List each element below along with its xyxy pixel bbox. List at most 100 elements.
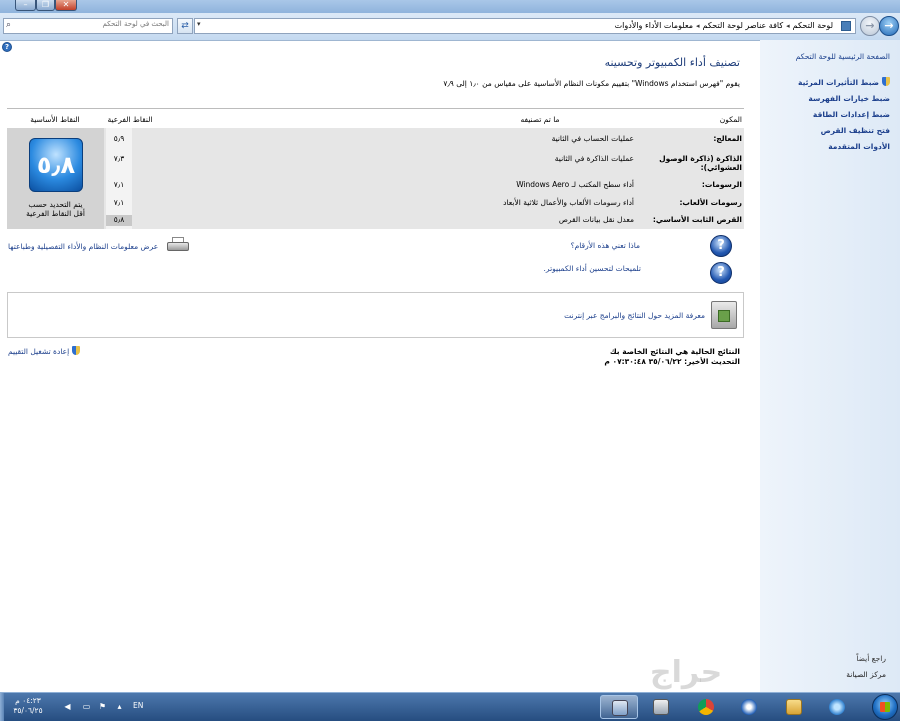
- control-panel-icon: [841, 21, 851, 31]
- window-title-bar: – ❐ ✕: [0, 0, 900, 13]
- address-dropdown-icon[interactable]: ▾: [197, 20, 201, 28]
- table-header-divider: [7, 108, 744, 109]
- help-icon[interactable]: ?: [2, 42, 12, 52]
- folder-icon: [786, 699, 802, 715]
- search-input[interactable]: [19, 20, 169, 28]
- printer-icon: [167, 237, 189, 253]
- breadcrumb-item[interactable]: معلومات الأداء والأدوات: [615, 21, 693, 30]
- component-name: الرسومات:: [701, 180, 742, 189]
- taskbar-chrome[interactable]: [687, 695, 725, 719]
- rated-description: عمليات الحساب في الثانية: [551, 134, 634, 143]
- sidebar-link-indexing[interactable]: ضبط خيارات الفهرسة: [808, 94, 890, 103]
- network-icon[interactable]: ▭: [82, 702, 91, 711]
- rated-description: أداء سطح المكتب لـ Windows Aero: [516, 180, 634, 189]
- rated-description: معدل نقل بيانات القرص: [558, 215, 634, 224]
- chrome-icon: [698, 699, 714, 715]
- rerun-assessment-label: إعادة تشغيل التقييم: [8, 347, 70, 356]
- windows-logo-icon: [880, 702, 890, 712]
- score-grid: المعالج: عمليات الحساب في الثانية ٥٫٩ ال…: [7, 128, 744, 229]
- close-button[interactable]: ✕: [55, 0, 77, 11]
- what-numbers-mean-link[interactable]: ماذا تعني هذه الأرقام؟: [571, 241, 640, 250]
- refresh-icon: ⇄: [181, 21, 189, 31]
- column-header-basescore: النقاط الأساسية: [30, 115, 80, 124]
- page-title: تصنيف أداء الكمبيوتر وتحسينه: [604, 56, 740, 69]
- component-name: رسومات الألعاب:: [679, 198, 742, 207]
- internet-explorer-icon: [829, 699, 845, 715]
- start-button[interactable]: [872, 694, 898, 720]
- control-panel-app-icon: [612, 700, 628, 716]
- refresh-button[interactable]: ⇄: [177, 18, 193, 34]
- clock-date: ٣٥/٠٦/٢٥: [13, 706, 43, 715]
- address-bar[interactable]: ▾ لوحة التحكم◂كافة عناصر لوحة التحكم◂معل…: [194, 18, 856, 34]
- control-panel-home-link[interactable]: الصفحة الرئيسية للوحة التحكم: [796, 52, 890, 61]
- performance-tips-link[interactable]: تلميحات لتحسين أداء الكمبيوتر.: [544, 264, 641, 273]
- taskbar-explorer[interactable]: [775, 695, 813, 719]
- system-tray: ٠٤:٢٣ م ٣٥/٠٦/٢٥ ◀ ▭ ⚑ ▴ EN: [0, 693, 150, 721]
- taskbar-clock[interactable]: ٠٤:٢٣ م ٣٥/٠٦/٢٥: [6, 696, 50, 716]
- clock-time: ٠٤:٢٣ م: [15, 696, 41, 705]
- base-score-cell: ٥٫٨ يتم التحديد حسب أقل النقاط الفرعية: [7, 128, 104, 229]
- search-box[interactable]: ⌕: [3, 18, 173, 34]
- sidebar-link-power[interactable]: ضبط إعدادات الطاقة: [813, 110, 890, 119]
- forward-button[interactable]: →: [860, 16, 880, 36]
- sidebar-link-visual-effects[interactable]: ضبط التأثيرات المرئية: [798, 77, 890, 87]
- shield-icon: [72, 346, 81, 355]
- sidebar-link-action-center[interactable]: مركز الصيانة: [846, 670, 886, 679]
- printer-body: [167, 242, 189, 251]
- base-score-caption-line: أقل النقاط الفرعية: [26, 209, 85, 218]
- table-row: رسومات الألعاب: أداء رسومات الألعاب والأ…: [7, 198, 744, 216]
- software-box-icon: [711, 301, 737, 329]
- table-row: المعالج: عمليات الحساب في الثانية ٥٫٩: [7, 134, 744, 152]
- calculator-icon: [653, 699, 669, 715]
- volume-icon[interactable]: ◀: [63, 702, 72, 711]
- taskbar-calculator[interactable]: [642, 695, 680, 719]
- table-row: الذاكرة (ذاكرة الوصول العشوائي): عمليات …: [7, 154, 744, 172]
- navigation-bar: ⌕ ⇄ ▾ لوحة التحكم◂كافة عناصر لوحة التحكم…: [0, 13, 900, 41]
- learn-more-panel: معرفة المزيد حول النتائج والبرامج عبر إن…: [7, 292, 744, 338]
- question-icon: ?: [710, 262, 732, 284]
- column-header-subscore: النقاط الفرعية: [107, 115, 153, 124]
- rated-description: عمليات الذاكرة في الثانية: [554, 154, 634, 163]
- subscore-value: ٧٫١: [113, 198, 125, 207]
- rated-description: أداء رسومات الألعاب والأعمال ثلاثية الأب…: [503, 198, 634, 207]
- taskbar-control-panel[interactable]: [600, 695, 638, 719]
- minimize-button[interactable]: –: [15, 0, 36, 11]
- breadcrumb-separator-icon[interactable]: ◂: [696, 22, 700, 30]
- see-also-heading: راجع أيضاً: [856, 654, 886, 663]
- rerun-assessment-link[interactable]: إعادة تشغيل التقييم: [8, 346, 81, 356]
- taskbar-media-player[interactable]: [730, 695, 768, 719]
- taskbar-ie[interactable]: [818, 695, 856, 719]
- base-score-caption-line: يتم التحديد حسب: [28, 200, 83, 209]
- show-hidden-icons-icon[interactable]: ▴: [115, 702, 124, 711]
- results-note: النتائج الحالية هي النتائج الخاصة بك الت…: [604, 347, 740, 367]
- score-table: المكون ما تم تصنيفه النقاط الفرعية النقا…: [7, 108, 744, 229]
- subscore-value: ٧٫٣: [113, 154, 125, 163]
- search-icon[interactable]: ⌕: [6, 20, 11, 30]
- back-button[interactable]: →: [879, 16, 899, 36]
- learn-more-online-link[interactable]: معرفة المزيد حول النتائج والبرامج عبر إن…: [564, 311, 705, 320]
- task-pane: الصفحة الرئيسية للوحة التحكم ضبط التأثير…: [760, 40, 900, 692]
- taskbar: ٠٤:٢٣ م ٣٥/٠٦/٢٥ ◀ ▭ ⚑ ▴ EN: [0, 692, 900, 721]
- breadcrumb-item[interactable]: لوحة التحكم: [793, 21, 833, 30]
- action-center-flag-icon[interactable]: ⚑: [98, 702, 107, 711]
- show-desktop-button[interactable]: [0, 693, 4, 721]
- software-box-icon-inner: [718, 310, 730, 322]
- base-score-caption: يتم التحديد حسب أقل النقاط الفرعية: [7, 200, 104, 218]
- restore-button[interactable]: ❐: [36, 0, 55, 11]
- sidebar-link-label: ضبط التأثيرات المرئية: [798, 78, 879, 87]
- question-icon: ?: [710, 235, 732, 257]
- component-name: الذاكرة (ذاكرة الوصول العشوائي):: [659, 154, 742, 172]
- sidebar-link-disk-cleanup[interactable]: فتح تنظيف القرص: [821, 126, 890, 135]
- arrow-right-icon: →: [865, 19, 875, 32]
- language-indicator[interactable]: EN: [133, 701, 143, 710]
- print-details-link[interactable]: عرض معلومات النظام والأداء التفصيلية وطب…: [8, 242, 158, 251]
- sidebar-link-advanced-tools[interactable]: الأدوات المتقدمة: [828, 142, 890, 151]
- column-header-component: المكون: [719, 115, 742, 124]
- table-row: القرص الثابت الأساسي: معدل نقل بيانات ال…: [7, 215, 744, 233]
- column-header-rated: ما تم تصنيفه: [520, 115, 560, 124]
- component-name: القرص الثابت الأساسي:: [652, 215, 742, 224]
- results-note-line: النتائج الحالية هي النتائج الخاصة بك: [609, 347, 740, 356]
- breadcrumb-separator-icon[interactable]: ◂: [786, 22, 790, 30]
- table-row: الرسومات: أداء سطح المكتب لـ Windows Aer…: [7, 180, 744, 198]
- breadcrumb-item[interactable]: كافة عناصر لوحة التحكم: [703, 21, 784, 30]
